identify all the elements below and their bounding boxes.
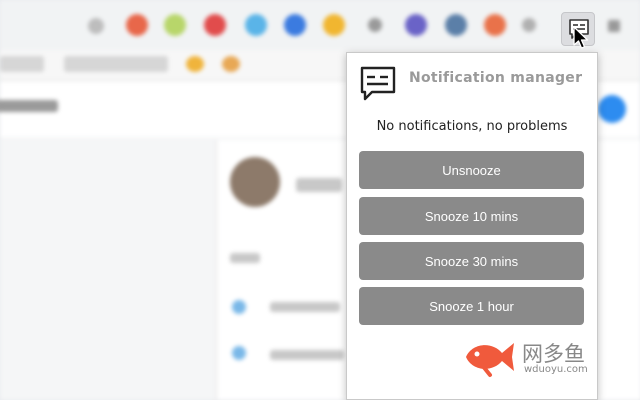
list-icon [232,346,246,360]
unsnooze-button[interactable]: Unsnooze [359,151,584,189]
empty-state-message: No notifications, no problems [376,119,568,134]
extension-icon[interactable] [405,14,427,36]
page-header-title [0,100,58,112]
snooze-10-mins-button[interactable]: Snooze 10 mins [359,197,584,235]
extension-icon[interactable] [323,14,345,36]
watermark-fish-icon [466,343,514,377]
notification-manager-logo-icon [360,66,396,101]
extension-icon[interactable] [522,18,536,32]
snooze-1-hour-button[interactable]: Snooze 1 hour [359,287,584,325]
list-icon [232,300,246,314]
watermark-url: wduoyu.com [524,364,588,375]
avatar [230,157,280,207]
list-item[interactable] [270,350,344,360]
menu-icon[interactable] [608,20,620,32]
popup-title: Notification manager [409,70,583,86]
extension-icon[interactable] [245,14,267,36]
extension-icon[interactable] [126,14,148,36]
extension-icon[interactable] [204,14,226,36]
bookmark-item[interactable] [222,56,240,72]
extension-icon[interactable] [368,18,382,32]
bookmark-item[interactable] [64,56,168,72]
extension-icon[interactable] [445,14,467,36]
extension-icon[interactable] [484,14,506,36]
snooze-30-mins-button[interactable]: Snooze 30 mins [359,242,584,280]
bookmark-item[interactable] [0,56,44,72]
browser-toolbar [0,0,640,51]
extension-icon[interactable] [284,14,306,36]
mouse-cursor-icon [573,26,589,49]
profile-name [296,178,342,192]
extension-icon[interactable] [164,14,186,36]
action-button[interactable] [598,95,626,123]
list-item[interactable] [270,302,340,312]
bookmark-item[interactable] [186,56,204,72]
section-label [230,253,260,263]
extension-icon[interactable] [88,18,104,34]
